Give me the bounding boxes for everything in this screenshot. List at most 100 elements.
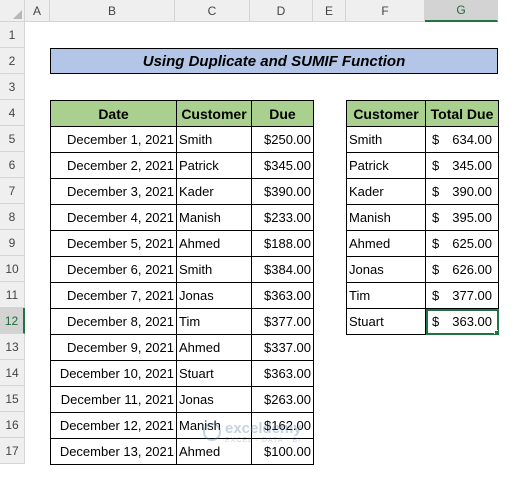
accounting-value: $377.00	[428, 288, 496, 303]
date-cell[interactable]: December 5, 2021	[50, 230, 177, 257]
accounting-value: $345.00	[428, 158, 496, 173]
select-all-corner[interactable]	[0, 0, 25, 22]
customer-cell[interactable]: Tim	[176, 308, 252, 335]
customer-cell[interactable]: Smith	[176, 126, 252, 153]
date-cell[interactable]: December 13, 2021	[50, 438, 177, 465]
sheet-title[interactable]: Using Duplicate and SUMIF Function	[50, 48, 498, 74]
table-row: December 4, 2021 Manish $233.00	[50, 204, 314, 231]
customer-cell[interactable]: Smith	[176, 256, 252, 283]
due-cell[interactable]: $363.00	[251, 282, 314, 309]
exceldemy-watermark: exceldemy EXCEL · DATA · BI	[203, 420, 302, 444]
left-header-date[interactable]: Date	[50, 100, 177, 127]
column-header-f[interactable]: F	[346, 0, 425, 22]
row-header-6[interactable]: 6	[0, 152, 25, 178]
left-header-customer[interactable]: Customer	[176, 100, 252, 127]
customer-cell[interactable]: Jonas	[176, 282, 252, 309]
amount: 363.00	[452, 314, 492, 329]
column-header-e[interactable]: E	[313, 0, 346, 22]
table-row: December 10, 2021 Stuart $363.00	[50, 360, 314, 387]
table-row: December 7, 2021 Jonas $363.00	[50, 282, 314, 309]
customer-cell[interactable]: Patrick	[346, 152, 426, 179]
accounting-value: $395.00	[428, 210, 496, 225]
date-cell[interactable]: December 3, 2021	[50, 178, 177, 205]
due-cell[interactable]: $188.00	[251, 230, 314, 257]
row-header-10[interactable]: 10	[0, 256, 25, 282]
date-cell[interactable]: December 1, 2021	[50, 126, 177, 153]
date-cell[interactable]: December 11, 2021	[50, 386, 177, 413]
table-row: December 8, 2021 Tim $377.00	[50, 308, 314, 335]
row-header-14[interactable]: 14	[0, 360, 25, 386]
due-cell[interactable]: $337.00	[251, 334, 314, 361]
column-header-d[interactable]: D	[250, 0, 313, 22]
column-header-a[interactable]: A	[25, 0, 50, 22]
customer-cell[interactable]: Patrick	[176, 152, 252, 179]
column-header-b[interactable]: B	[50, 0, 175, 22]
date-cell[interactable]: December 2, 2021	[50, 152, 177, 179]
row-header-16[interactable]: 16	[0, 412, 25, 438]
customer-cell[interactable]: Manish	[176, 204, 252, 231]
date-cell[interactable]: December 10, 2021	[50, 360, 177, 387]
total-due-cell[interactable]: $626.00	[425, 256, 499, 283]
table-row: Stuart $363.00	[346, 308, 499, 335]
due-cell[interactable]: $250.00	[251, 126, 314, 153]
row-header-7[interactable]: 7	[0, 178, 25, 204]
customer-cell[interactable]: Ahmed	[176, 334, 252, 361]
row-header-2[interactable]: 2	[0, 48, 25, 74]
column-header-g[interactable]: G	[425, 0, 498, 22]
date-cell[interactable]: December 9, 2021	[50, 334, 177, 361]
row-header-1[interactable]: 1	[0, 22, 25, 48]
due-cell[interactable]: $384.00	[251, 256, 314, 283]
table-row: December 5, 2021 Ahmed $188.00	[50, 230, 314, 257]
accounting-value: $363.00	[428, 314, 496, 329]
customer-cell[interactable]: Ahmed	[176, 230, 252, 257]
date-cell[interactable]: December 7, 2021	[50, 282, 177, 309]
table-row: Smith $634.00	[346, 126, 499, 153]
total-due-cell[interactable]: $390.00	[425, 178, 499, 205]
customer-cell[interactable]: Jonas	[176, 386, 252, 413]
row-header-13[interactable]: 13	[0, 334, 25, 360]
due-cell[interactable]: $377.00	[251, 308, 314, 335]
customer-cell[interactable]: Stuart	[346, 308, 426, 335]
table-row: Kader $390.00	[346, 178, 499, 205]
row-header-9[interactable]: 9	[0, 230, 25, 256]
accounting-value: $634.00	[428, 132, 496, 147]
right-header-total-due[interactable]: Total Due	[425, 100, 499, 127]
column-header-c[interactable]: C	[175, 0, 250, 22]
customer-cell[interactable]: Tim	[346, 282, 426, 309]
date-cell[interactable]: December 12, 2021	[50, 412, 177, 439]
date-cell[interactable]: December 8, 2021	[50, 308, 177, 335]
total-due-cell[interactable]: $363.00	[425, 308, 499, 335]
due-cell[interactable]: $233.00	[251, 204, 314, 231]
customer-cell[interactable]: Manish	[346, 204, 426, 231]
customer-cell[interactable]: Stuart	[176, 360, 252, 387]
customer-cell[interactable]: Jonas	[346, 256, 426, 283]
row-header-8[interactable]: 8	[0, 204, 25, 230]
due-cell[interactable]: $363.00	[251, 360, 314, 387]
date-cell[interactable]: December 6, 2021	[50, 256, 177, 283]
customer-cell[interactable]: Smith	[346, 126, 426, 153]
currency-symbol: $	[432, 314, 440, 329]
total-due-cell[interactable]: $625.00	[425, 230, 499, 257]
row-header-3[interactable]: 3	[0, 74, 25, 100]
date-cell[interactable]: December 4, 2021	[50, 204, 177, 231]
total-due-cell[interactable]: $634.00	[425, 126, 499, 153]
total-due-cell[interactable]: $395.00	[425, 204, 499, 231]
row-header-12[interactable]: 12	[0, 308, 25, 334]
currency-symbol: $	[432, 158, 440, 173]
total-due-cell[interactable]: $345.00	[425, 152, 499, 179]
row-header-15[interactable]: 15	[0, 386, 25, 412]
total-due-cell[interactable]: $377.00	[425, 282, 499, 309]
due-cell[interactable]: $390.00	[251, 178, 314, 205]
due-cell[interactable]: $345.00	[251, 152, 314, 179]
row-header-4[interactable]: 4	[0, 100, 25, 126]
due-cell[interactable]: $263.00	[251, 386, 314, 413]
row-header-5[interactable]: 5	[0, 126, 25, 152]
customer-cell[interactable]: Kader	[176, 178, 252, 205]
right-header-customer[interactable]: Customer	[346, 100, 426, 127]
row-header-11[interactable]: 11	[0, 282, 25, 308]
row-header-17[interactable]: 17	[0, 438, 25, 464]
customer-cell[interactable]: Kader	[346, 178, 426, 205]
customer-cell[interactable]: Ahmed	[346, 230, 426, 257]
amount: 395.00	[452, 210, 492, 225]
left-header-due[interactable]: Due	[251, 100, 314, 127]
